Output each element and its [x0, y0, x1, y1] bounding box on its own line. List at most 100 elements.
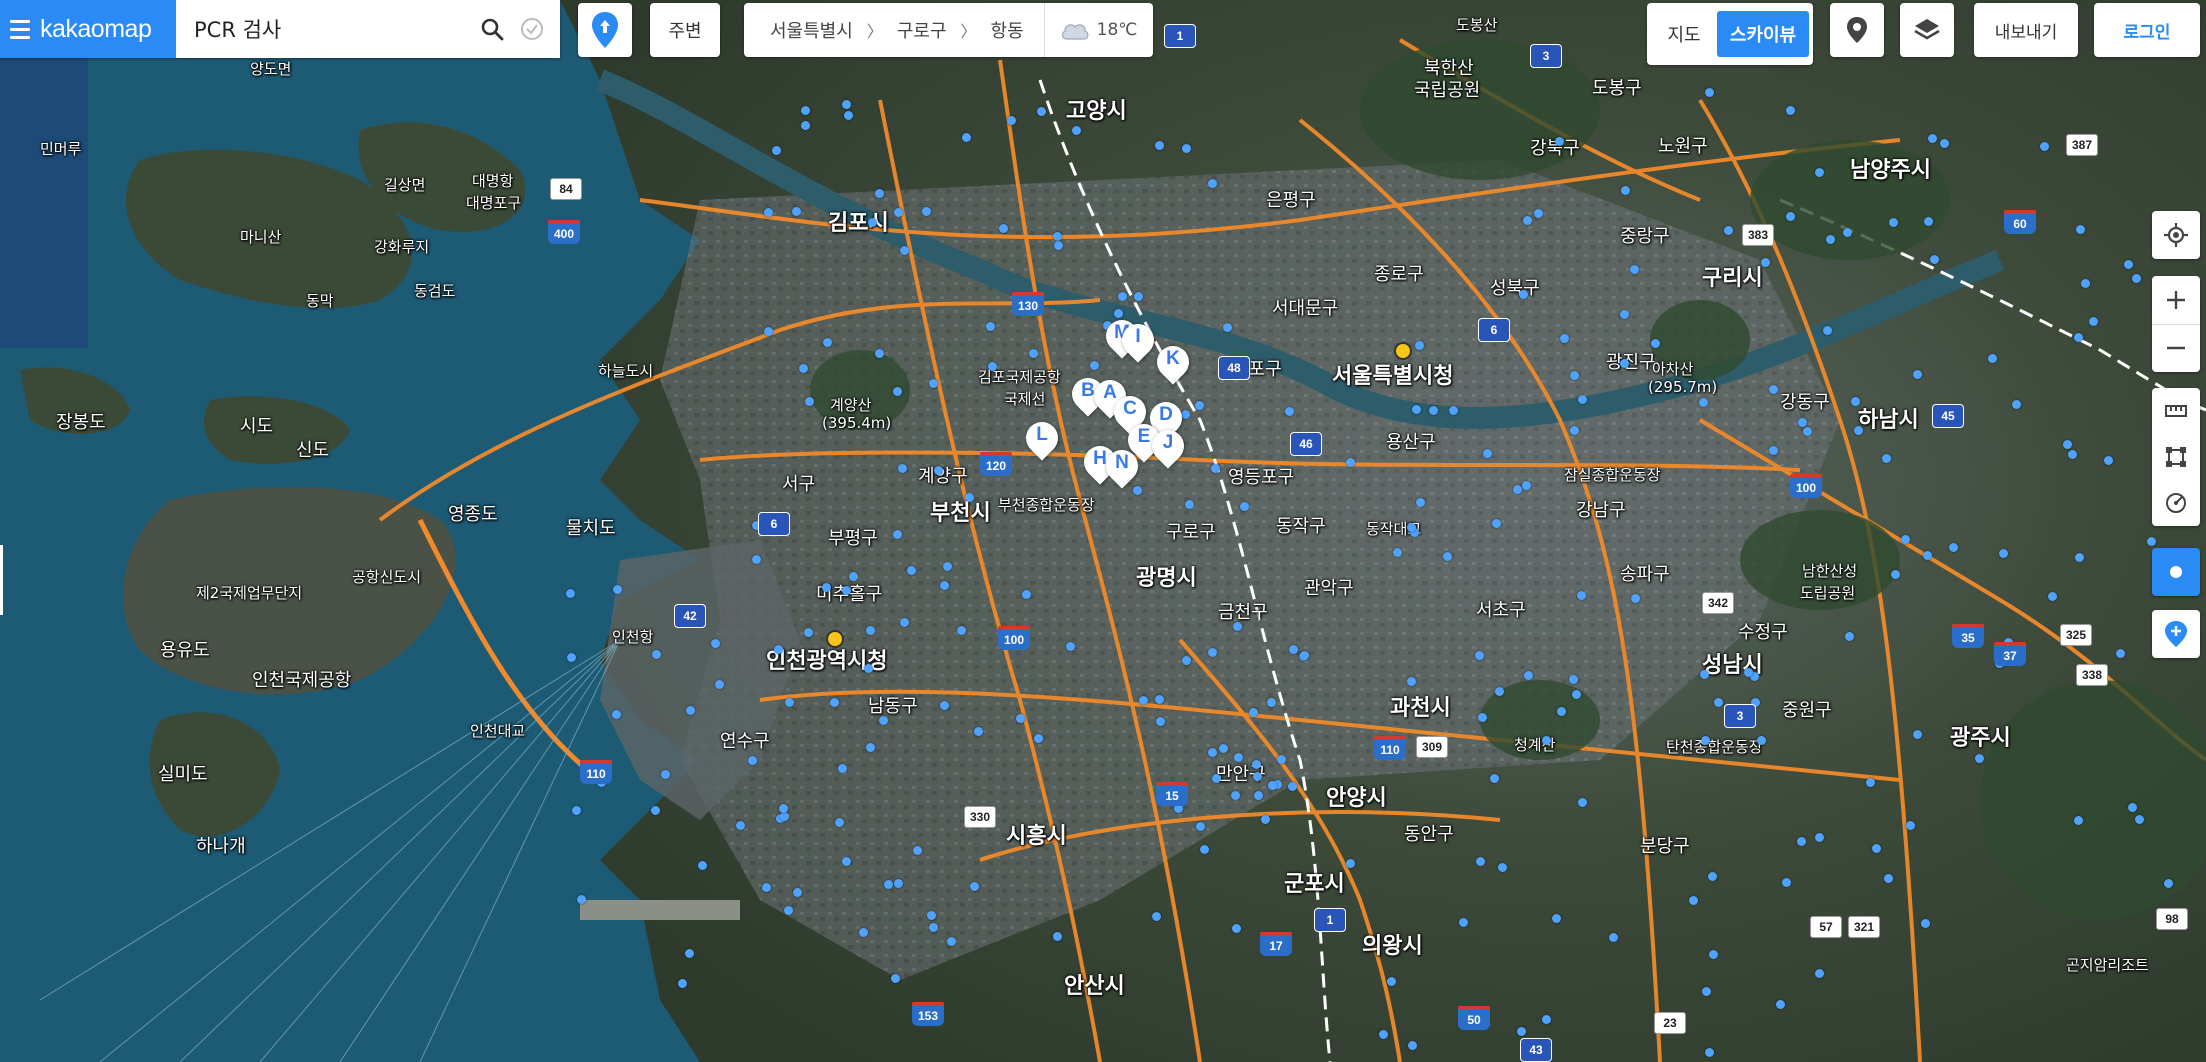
result-dot[interactable] — [1408, 1041, 1417, 1050]
result-dot[interactable] — [940, 581, 949, 590]
result-dot[interactable] — [1208, 648, 1217, 657]
result-dot[interactable] — [1407, 677, 1416, 686]
result-dot[interactable] — [1234, 753, 1243, 762]
result-dot[interactable] — [1219, 744, 1228, 753]
result-dot[interactable] — [1555, 137, 1564, 146]
result-dot[interactable] — [1232, 924, 1241, 933]
result-dot[interactable] — [1156, 717, 1165, 726]
result-dot[interactable] — [1744, 668, 1753, 677]
result-dot[interactable] — [748, 756, 757, 765]
result-dot[interactable] — [864, 664, 873, 673]
result-dot[interactable] — [1578, 395, 1587, 404]
result-dot[interactable] — [866, 743, 875, 752]
panel-toggle-handle[interactable] — [0, 545, 3, 615]
result-dot[interactable] — [1346, 859, 1355, 868]
result-dot[interactable] — [1492, 519, 1501, 528]
result-dot[interactable] — [891, 974, 900, 983]
result-dot[interactable] — [1118, 292, 1127, 301]
result-dot[interactable] — [898, 464, 907, 473]
result-dot[interactable] — [1798, 418, 1807, 427]
result-dot[interactable] — [1231, 791, 1240, 800]
zoom-in-button[interactable] — [2152, 276, 2200, 325]
result-dot[interactable] — [1569, 675, 1578, 684]
result-dot[interactable] — [1495, 687, 1504, 696]
check-circle-icon[interactable] — [512, 9, 552, 49]
export-button[interactable]: 내보내기 — [1974, 3, 2078, 57]
result-dot[interactable] — [1134, 292, 1143, 301]
result-dot[interactable] — [1709, 950, 1718, 959]
result-dot[interactable] — [988, 362, 997, 371]
result-dot[interactable] — [1949, 543, 1958, 552]
result-dot[interactable] — [1826, 235, 1835, 244]
result-dot[interactable] — [970, 882, 979, 891]
result-dot[interactable] — [1429, 406, 1438, 415]
result-dot[interactable] — [894, 208, 903, 217]
result-dot[interactable] — [1940, 139, 1949, 148]
skyview-map[interactable]: 김포시 고양시 서울특별시청 부천시 광명시 인천광역시청 과천시 안양시 시흥… — [0, 0, 2206, 1062]
result-dot[interactable] — [1854, 426, 1863, 435]
area-measure-button[interactable] — [2152, 434, 2200, 480]
nearby-button[interactable]: 주변 — [650, 3, 720, 57]
result-dot[interactable] — [1845, 632, 1854, 641]
result-dot[interactable] — [1268, 781, 1277, 790]
result-dot[interactable] — [772, 146, 781, 155]
result-dot[interactable] — [1815, 833, 1824, 842]
result-dot[interactable] — [1552, 914, 1561, 923]
result-dot[interactable] — [1621, 186, 1630, 195]
result-dot[interactable] — [1498, 863, 1507, 872]
result-dot[interactable] — [1519, 290, 1528, 299]
map-view-button[interactable]: 지도 — [1651, 11, 1717, 57]
result-dot[interactable] — [1769, 446, 1778, 455]
result-dot[interactable] — [1490, 774, 1499, 783]
result-dot[interactable] — [1053, 232, 1062, 241]
result-dot[interactable] — [2068, 450, 2077, 459]
result-dot[interactable] — [651, 806, 660, 815]
result-dot[interactable] — [1155, 695, 1164, 704]
result-dot[interactable] — [1843, 228, 1852, 237]
result-dot[interactable] — [927, 911, 936, 920]
result-dot[interactable] — [1387, 977, 1396, 986]
result-dot[interactable] — [957, 626, 966, 635]
result-dot[interactable] — [652, 650, 661, 659]
result-dot[interactable] — [1223, 323, 1232, 332]
result-dot[interactable] — [1921, 919, 1930, 928]
result-marker-l[interactable]: L — [1019, 415, 1065, 466]
result-dot[interactable] — [1407, 523, 1416, 532]
result-dot[interactable] — [1975, 754, 1984, 763]
result-dot[interactable] — [799, 364, 808, 373]
result-dot[interactable] — [1208, 748, 1217, 757]
result-dot[interactable] — [913, 846, 922, 855]
result-dot[interactable] — [1277, 755, 1286, 764]
result-dot[interactable] — [613, 585, 622, 594]
result-dot[interactable] — [1037, 107, 1046, 116]
result-dot[interactable] — [2075, 553, 2084, 562]
result-dot[interactable] — [1620, 310, 1629, 319]
result-dot[interactable] — [1534, 209, 1543, 218]
result-dot[interactable] — [1906, 821, 1915, 830]
result-dot[interactable] — [1769, 385, 1778, 394]
result-dot[interactable] — [875, 349, 884, 358]
result-dot[interactable] — [1253, 772, 1262, 781]
result-dot[interactable] — [1476, 857, 1485, 866]
result-dot[interactable] — [1913, 730, 1922, 739]
result-dot[interactable] — [1757, 736, 1766, 745]
result-dot[interactable] — [1901, 535, 1910, 544]
result-dot[interactable] — [779, 804, 788, 813]
add-place-button[interactable] — [2152, 610, 2200, 658]
result-dot[interactable] — [1891, 570, 1900, 579]
result-dot[interactable] — [1701, 736, 1710, 745]
result-dot[interactable] — [940, 701, 949, 710]
result-dot[interactable] — [780, 812, 789, 821]
radius-measure-button[interactable] — [2152, 480, 2200, 526]
result-dot[interactable] — [1416, 498, 1425, 507]
search-icon[interactable] — [472, 9, 512, 49]
result-dot[interactable] — [842, 100, 851, 109]
result-dot[interactable] — [1524, 671, 1533, 680]
result-dot[interactable] — [2040, 142, 2049, 151]
zoom-out-button[interactable] — [2152, 325, 2200, 373]
result-dot[interactable] — [929, 379, 938, 388]
result-dot[interactable] — [849, 572, 858, 581]
result-dot[interactable] — [2074, 333, 2083, 342]
result-dot[interactable] — [774, 645, 783, 654]
result-dot[interactable] — [1609, 933, 1618, 942]
